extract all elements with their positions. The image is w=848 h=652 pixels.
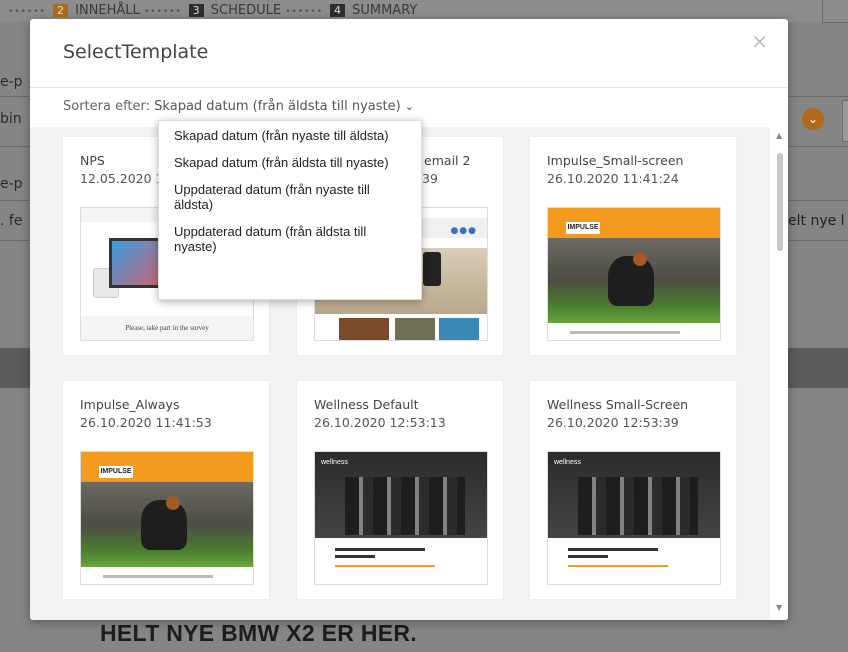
template-card-impulse-always[interactable]: Impulse_Always 26.10.2020 11:41:53 IMPUL…	[63, 381, 269, 599]
sort-select[interactable]: Skapad datum (från äldsta till nyaste) ⌄	[154, 99, 414, 114]
template-thumbnail[interactable]: wellness	[314, 451, 488, 585]
template-card-wellness-default[interactable]: Wellness Default 26.10.2020 12:53:13 wel…	[297, 381, 503, 599]
template-date: 39	[422, 171, 438, 186]
template-name: Impulse_Small-screen	[547, 153, 684, 168]
step-4-label[interactable]: SUMMARY	[352, 3, 417, 18]
sort-option-updated-newest[interactable]: Uppdaterad datum (från nyaste till äldst…	[159, 179, 421, 215]
template-name: Wellness Default	[314, 397, 419, 412]
close-icon[interactable]: ×	[751, 29, 768, 53]
scroll-down-icon[interactable]: ▼	[776, 603, 782, 612]
select-template-modal: SelectTemplate × Sortera efter: Skapad d…	[30, 19, 788, 620]
template-thumbnail[interactable]: wellness	[547, 451, 721, 585]
thumbnail-caption: Please, take part in the survey	[81, 316, 253, 340]
steps-nav: •••••• 2 INNEHÅLL •••••• 3 SCHEDULE ••••…	[8, 3, 418, 18]
step-4-number[interactable]: 4	[329, 4, 345, 17]
bg-fragment: . fe	[0, 213, 23, 229]
template-date: 26.10.2020 12:53:39	[547, 415, 679, 430]
modal-title: SelectTemplate	[63, 41, 209, 63]
top-right-box	[822, 0, 848, 23]
step-3-number[interactable]: 3	[188, 4, 204, 17]
sort-row: Sortera efter: Skapad datum (från äldsta…	[63, 99, 414, 114]
sort-option-updated-oldest[interactable]: Uppdaterad datum (från äldsta till nyast…	[159, 221, 421, 257]
social-icons: ●●●	[450, 226, 477, 236]
bg-side-button[interactable]	[842, 100, 848, 142]
sort-option-created-oldest[interactable]: Skapad datum (från äldsta till nyaste)	[159, 152, 421, 173]
chevron-down-icon[interactable]: ⌄	[405, 100, 414, 113]
wellness-logo: wellness	[554, 459, 581, 466]
step-2-number[interactable]: 2	[53, 4, 68, 17]
impulse-logo: IMPULSE	[99, 466, 133, 478]
bg-email-heading: HELT NYE BMW X2 ER HER.	[100, 620, 417, 646]
vertical-scrollbar[interactable]: ▲ ▼	[772, 127, 788, 620]
chevron-down-icon[interactable]: ⌄	[802, 108, 824, 130]
step-3-label[interactable]: SCHEDULE	[211, 3, 281, 18]
template-name: Wellness Small-Screen	[547, 397, 689, 412]
template-name: NPS	[80, 153, 105, 168]
template-date: 26.10.2020 11:41:24	[547, 171, 679, 186]
sort-label: Sortera efter:	[63, 99, 151, 114]
bg-fragment: e-p	[0, 74, 23, 90]
sort-selected-value[interactable]: Skapad datum (från äldsta till nyaste)	[154, 99, 401, 114]
template-date: 12.05.2020 1	[80, 171, 164, 186]
scroll-up-icon[interactable]: ▲	[776, 131, 782, 140]
header-divider	[30, 87, 788, 88]
phone-image	[423, 252, 441, 286]
scrollbar-thumb[interactable]	[777, 153, 783, 251]
sort-dropdown-menu: Skapad datum (från nyaste till äldsta) S…	[158, 120, 422, 300]
template-date: 26.10.2020 11:41:53	[80, 415, 212, 430]
template-card-impulse-small[interactable]: Impulse_Small-screen 26.10.2020 11:41:24…	[530, 137, 736, 355]
template-thumbnail[interactable]: IMPULSE	[80, 451, 254, 585]
sort-option-created-newest[interactable]: Skapad datum (från nyaste till äldsta)	[159, 125, 421, 146]
step-2-label[interactable]: INNEHÅLL	[75, 3, 140, 18]
impulse-logo: IMPULSE	[566, 222, 600, 234]
template-card-wellness-small[interactable]: Wellness Small-Screen 26.10.2020 12:53:3…	[530, 381, 736, 599]
template-thumbnail[interactable]: IMPULSE	[547, 207, 721, 341]
wellness-logo: wellness	[321, 459, 348, 466]
template-name: Impulse_Always	[80, 397, 180, 412]
bg-input-text: elt nye l	[788, 213, 845, 229]
bg-fragment: e-p	[0, 176, 23, 192]
bg-fragment: bin	[0, 111, 22, 127]
template-date: 26.10.2020 12:53:13	[314, 415, 446, 430]
